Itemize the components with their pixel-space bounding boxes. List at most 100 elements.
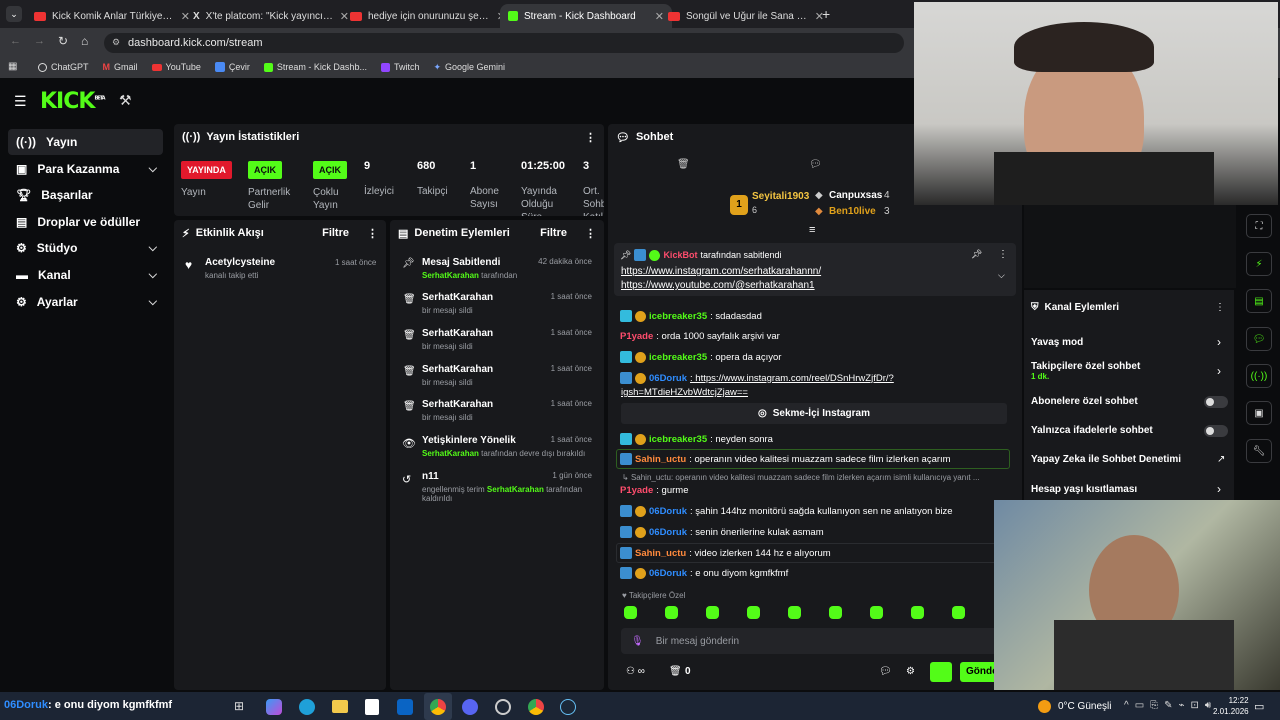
notification-icon[interactable]: ▭ [1254,700,1264,713]
reload-icon[interactable]: ↻ [58,34,68,48]
points-icon[interactable]: ⚇ ∞ [626,666,645,677]
sidebar-item-studyo[interactable]: ⚙ Stüdyo ⌵ [8,235,163,261]
edge-icon[interactable] [299,699,315,715]
hamburger-menu-icon[interactable]: ☰ [14,94,28,108]
file-explorer-icon[interactable] [332,700,348,713]
more-options-icon[interactable]: ⋮ [1215,302,1225,313]
moderator-name[interactable]: SerhatKarahan [422,271,479,280]
chat-bubble-icon[interactable]: 💬︎ [1246,327,1272,351]
chat-message[interactable]: Sahin_uctu: operanın video kalitesi muaz… [620,453,951,465]
sidebar-item-basarilar[interactable]: 🏆︎ Başarılar [8,182,163,208]
pin-icon[interactable]: ▣ [1246,401,1272,425]
followers-only-chat-item[interactable]: Takipçilere özel sohbet [1031,361,1140,372]
chat-message[interactable]: icebreaker35: neyden sonra [620,433,773,445]
chat-message[interactable]: Sahin_uctu: video izlerken 144 hz e alıy… [620,547,831,559]
activity-username[interactable]: Acetylcysteine [205,257,275,268]
chat-username[interactable]: P1yade [620,485,653,496]
emote-icon[interactable] [747,606,760,619]
bot-shortcut-icon[interactable] [930,662,952,682]
bookmark-twitch[interactable]: Twitch [380,62,419,72]
address-input[interactable]: ⚙ dashboard.kick.com/stream [104,33,904,53]
moderator-name[interactable]: SerhatKarahan [422,449,479,458]
gear-icon[interactable]: ⚙ [906,666,915,677]
home-icon[interactable]: ⌂ [81,34,88,48]
chat-username[interactable]: icebreaker35 [649,311,707,322]
clock[interactable]: 12:22 2.01.2026 [1213,695,1249,717]
forward-icon[interactable]: → [34,35,45,47]
copilot-icon[interactable] [266,699,282,715]
browser-tab-2[interactable]: X X'te platcom: "Kick yayıncısı Ca ✕ [185,4,357,28]
sidebar-item-yayin[interactable]: ((·)) Yayın [8,129,163,155]
collapse-icon[interactable]: ≡ [809,224,815,236]
external-link-icon[interactable]: ↗ [1217,454,1225,465]
expand-icon[interactable]: ⛶ [1246,214,1272,238]
task-view-icon[interactable]: ⊞ [234,699,244,713]
browser-tab-3[interactable]: hediye için onurunuzu şerefini✕ [342,4,514,28]
moderator-name[interactable]: SerhatKarahan [487,485,544,494]
slow-mode-item[interactable]: Yavaş mod [1031,337,1083,348]
tab-search-icon[interactable]: ⌄ [6,6,22,22]
microphone-icon[interactable]: 🎙︎ [631,636,644,647]
lightning-icon[interactable]: ⚡︎ [1246,252,1272,276]
chat-username[interactable]: icebreaker35 [649,352,707,363]
chat-username[interactable]: icebreaker35 [649,434,707,445]
bookmark-cevir[interactable]: Çevir [214,62,250,72]
emote-icon[interactable] [706,606,719,619]
chevron-right-icon[interactable]: › [1217,335,1221,349]
pinned-link[interactable]: https://www.youtube.com/@serhatkarahan1 [621,280,815,291]
chat-message[interactable]: icebreaker35: opera da açıyor [620,351,781,363]
sidebar-item-para-kazanma[interactable]: ▣ Para Kazanma ⌵ [8,156,163,182]
site-info-icon[interactable]: ⚙ [112,37,120,48]
more-options-icon[interactable]: ⋮ [585,227,596,240]
bookmark-gmail[interactable]: M Gmail [103,62,138,72]
sidebar-item-kanal[interactable]: ▬ Kanal ⌵ [8,262,163,288]
chat-username[interactable]: 06Doruk [649,527,687,538]
emote-icon[interactable] [829,606,842,619]
instagram-embed-button[interactable]: ◎ Sekme-İçi Instagram [621,403,1007,424]
weather-text[interactable]: 0°C Güneşli [1058,701,1111,712]
pinned-by-user[interactable]: KickBot [663,250,697,260]
chat-message-input[interactable]: 🎙︎ Bir mesaj gönderin [621,628,1001,654]
more-options-icon[interactable]: ⋮ [585,131,596,144]
chat-message[interactable]: P1yade: orda 1000 sayfalık arşivi var [620,331,780,342]
chat-message[interactable]: P1yade: gurme [620,485,689,496]
chat-username[interactable]: Sahin_uctu [635,548,686,559]
browser-tab-5[interactable]: Songül ve Uğur ile Sana Değer✕ [660,4,832,28]
chat-text[interactable]: : https://www.instagram.com/reel/DSnHrwZ… [690,373,894,384]
pin-icon[interactable]: 📌︎ [971,249,982,260]
back-icon[interactable]: ← [10,35,21,47]
chat-message[interactable]: 06Doruk: https://www.instagram.com/reel/… [620,372,894,384]
sidebar-item-ayarlar[interactable]: ⚙ Ayarlar ⌵ [8,289,163,315]
chat-message[interactable]: 06Doruk: e onu diyom kgmfkfmf [620,567,788,579]
subscribers-only-toggle[interactable] [1204,396,1228,408]
chevron-right-icon[interactable]: › [1217,482,1221,496]
emotes-only-toggle[interactable] [1204,425,1228,437]
emote-icon[interactable] [624,606,637,619]
emote-icon[interactable] [870,606,883,619]
emote-icon[interactable] [665,606,678,619]
broadcast-icon[interactable]: ((·)) [1246,364,1272,388]
chat-username[interactable]: 06Doruk [649,506,687,517]
chrome-taskbar-button[interactable] [424,693,452,720]
emote-icon[interactable] [788,606,801,619]
chat-link-continuation[interactable]: igsh=MTdieHZvbWdtcjZjaw== [621,387,748,398]
top-chatter-3[interactable]: Ben10live [829,206,876,217]
account-age-item[interactable]: Hesap yaşı kısıtlaması [1031,484,1137,495]
ai-moderation-item[interactable]: Yapay Zeka ile Sohbet Denetimi [1031,454,1181,465]
steam-icon[interactable] [560,699,576,715]
filter-button[interactable]: Filtre [540,227,567,239]
kick-logo[interactable]: KICKBETA [40,89,106,114]
trash-icon[interactable]: 🗑︎ [669,666,682,677]
browser-tab-4[interactable]: Stream - Kick Dashboard ✕ [500,4,672,28]
emote-icon[interactable] [952,606,965,619]
chat-username[interactable]: 06Doruk [649,568,687,579]
mail-icon[interactable] [397,699,413,715]
top-chatter-2[interactable]: Canpuxsas [829,190,882,201]
store-icon[interactable] [365,699,379,715]
document-icon[interactable]: ▤ [1246,289,1272,313]
new-tab-icon[interactable]: + [822,6,830,22]
chrome-icon[interactable] [528,699,544,715]
wrench-icon[interactable]: 🔧︎ [1246,439,1272,463]
apps-grid-icon[interactable]: ▦ [8,61,17,72]
bookmark-kick[interactable]: Stream - Kick Dashb... [263,62,367,72]
